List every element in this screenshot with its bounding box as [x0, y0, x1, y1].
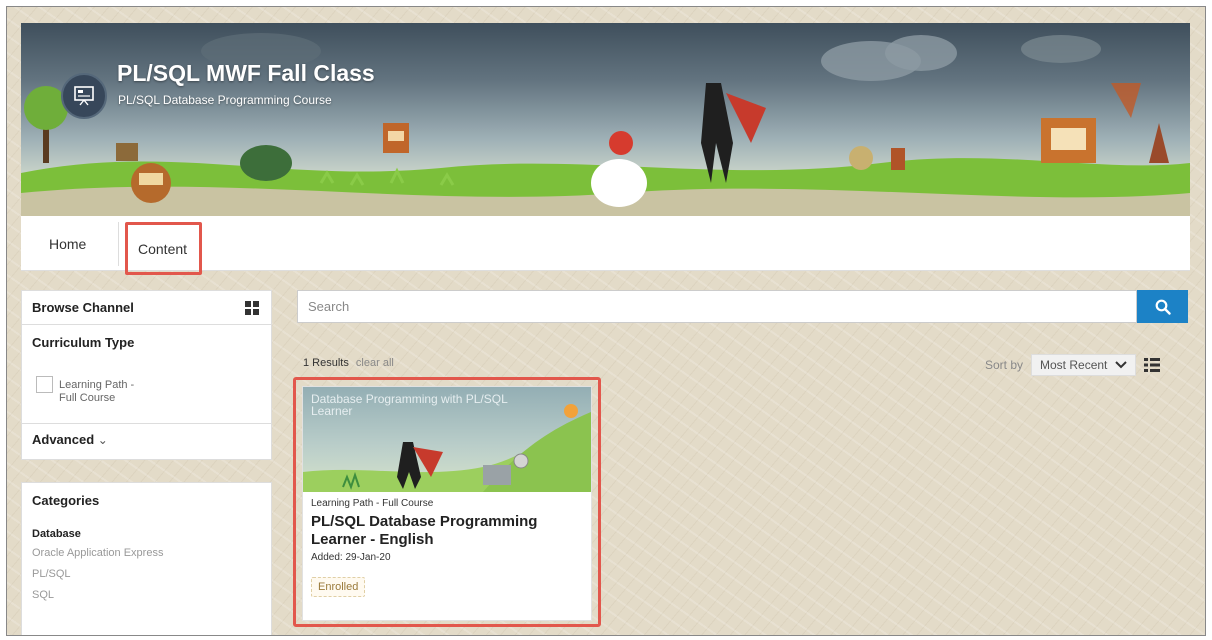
sort-label: Sort by [985, 358, 1024, 372]
curriculum-option[interactable]: Learning Path - Full Course [22, 363, 271, 423]
category-group-database[interactable]: Database [32, 528, 261, 540]
curriculum-type-heading: Curriculum Type [32, 335, 135, 350]
learning-path-checkbox[interactable] [36, 376, 53, 393]
tab-home[interactable]: Home [49, 216, 86, 271]
clear-all-link[interactable]: clear all [356, 357, 394, 369]
sort-select[interactable]: Most Recent [1031, 354, 1137, 376]
presentation-icon [61, 73, 107, 119]
channel-banner: PL/SQL MWF Fall Class PL/SQL Database Pr… [21, 23, 1190, 216]
enrolled-badge: Enrolled [311, 577, 366, 597]
browse-channel-title: Browse Channel [32, 300, 134, 315]
chevron-down-icon: ⌄ [97, 433, 108, 447]
tab-content-label: Content [138, 240, 188, 257]
search-input[interactable] [297, 290, 1137, 323]
course-title-link[interactable]: PL/SQL Database Programming Learner - En… [311, 513, 586, 549]
sort-control: Sort by Most Recent [985, 354, 1161, 376]
list-view-icon[interactable] [1144, 358, 1161, 372]
browse-channel-header: Browse Channel [22, 291, 271, 325]
channel-nav: Home Content [21, 216, 1190, 275]
curriculum-option-label: Learning Path - Full Course [59, 379, 135, 404]
course-type: Learning Path - Full Course [311, 498, 434, 509]
category-item[interactable]: PL/SQL [32, 568, 261, 580]
course-card-body: Learning Path - Full Course PL/SQL Datab… [303, 492, 591, 603]
tab-content[interactable]: Content [125, 222, 203, 275]
course-image-caption: Database Programming with PL/SQL Learner [311, 392, 508, 418]
grid-view-icon[interactable] [245, 300, 259, 315]
course-subtitle: PL/SQL Database Programming Course [118, 93, 332, 107]
course-card-image: Database Programming with PL/SQL Learner [303, 387, 591, 492]
page-frame: PL/SQL MWF Fall Class PL/SQL Database Pr… [6, 6, 1206, 636]
banner-illustration [21, 33, 1190, 216]
advanced-label: Advanced [32, 432, 95, 447]
chevron-down-icon [1115, 361, 1128, 369]
nav-divider [118, 222, 119, 266]
sort-value: Most Recent [1040, 358, 1108, 372]
category-item[interactable]: SQL [32, 589, 261, 601]
course-card[interactable]: Database Programming with PL/SQL Learner… [303, 387, 591, 620]
search-icon [1155, 299, 1171, 315]
course-added-date: Added: 29-Jan-20 [311, 552, 391, 563]
results-count: 1 Results [303, 357, 349, 369]
categories-heading: Categories [32, 493, 100, 508]
course-title: PL/SQL MWF Fall Class [117, 60, 375, 86]
search-button[interactable] [1137, 290, 1188, 323]
results-summary: 1 Results clear all [303, 357, 394, 369]
categories-panel: Categories Database Oracle Application E… [21, 482, 272, 635]
advanced-toggle[interactable]: Advanced ⌄ [22, 423, 271, 461]
category-item[interactable]: Oracle Application Express [32, 547, 261, 559]
browse-channel-panel: Browse Channel Curriculum Type Learning … [21, 290, 272, 460]
